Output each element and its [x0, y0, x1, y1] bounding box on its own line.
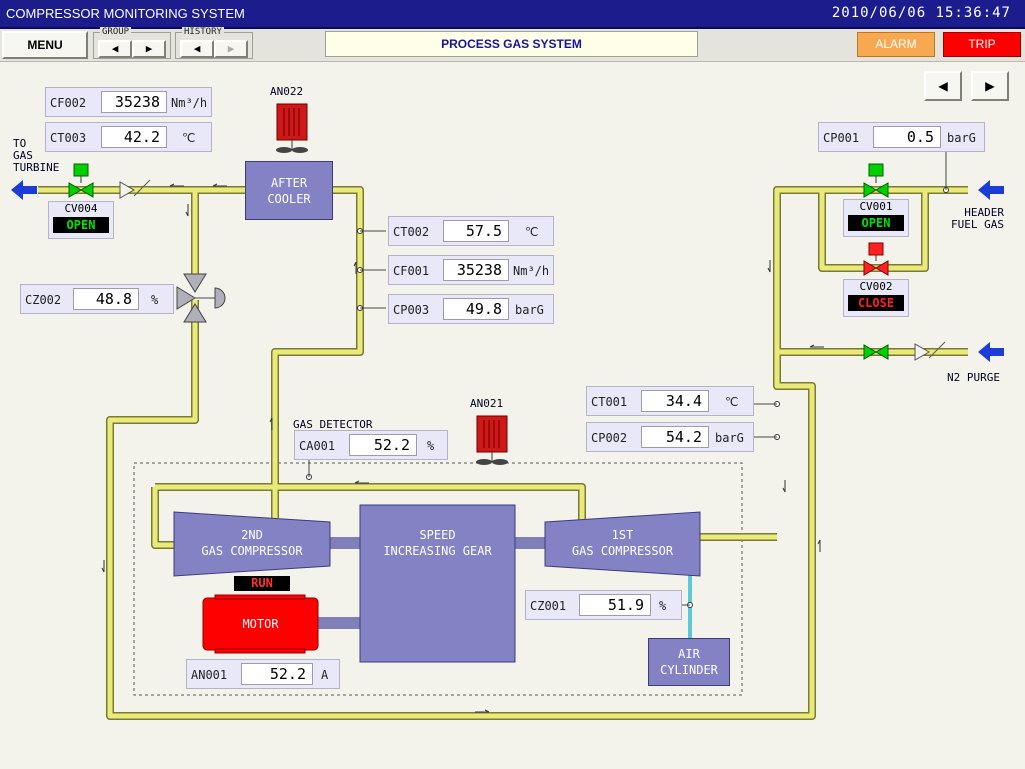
cz002-value: 48.8 [73, 288, 139, 310]
valve-cv001-state: OPEN [848, 215, 904, 231]
ct002-value: 57.5 [443, 220, 509, 242]
an001-unit: A [321, 668, 329, 682]
gear-label-1: SPEED [419, 528, 456, 542]
instrument-cp001[interactable]: CP001 0.5 barG [818, 122, 985, 152]
ct001-value: 34.4 [641, 390, 709, 412]
ct003-value: 42.2 [101, 126, 167, 148]
2nd-compressor-label-1: 2ND [241, 528, 263, 542]
cf001-value: 35238 [443, 259, 509, 281]
instrument-cz002[interactable]: CZ002 48.8 % [20, 284, 174, 314]
ct002-tag: CT002 [393, 225, 430, 239]
air-cylinder[interactable]: AIR CYLINDER [648, 638, 730, 686]
after-cooler-label-1: AFTER [270, 176, 308, 190]
air-cylinder-label-2: CYLINDER [660, 663, 718, 677]
fan-icon[interactable] [276, 103, 308, 153]
instrument-cz001[interactable]: CZ001 51.9 % [525, 590, 682, 620]
instrument-ct002[interactable]: CT002 57.5 ℃ [388, 216, 554, 246]
cf002-value: 35238 [101, 91, 167, 113]
instrument-ct003[interactable]: CT003 42.2 ℃ [45, 122, 212, 152]
valve-cv004-state: OPEN [53, 217, 109, 233]
ct003-unit: ℃ [182, 131, 196, 145]
cp003-unit: barG [515, 303, 544, 317]
instrument-ct001[interactable]: CT001 34.4 ℃ [586, 386, 754, 416]
motor-label: MOTOR [242, 617, 279, 631]
ct001-unit: ℃ [725, 395, 739, 409]
ca001-tag: CA001 [299, 439, 336, 453]
ca001-value: 52.2 [349, 434, 417, 456]
instrument-cp002[interactable]: CP002 54.2 barG [586, 422, 754, 452]
fan-an021-tag: AN021 [470, 397, 504, 410]
n2-purge-label: N2 PURGE [947, 371, 1000, 384]
instrument-ca001[interactable]: CA001 52.2 % [294, 430, 448, 460]
valve-cv002-state: CLOSE [848, 295, 904, 311]
cz002-unit: % [151, 293, 159, 307]
cf001-tag: CF001 [393, 264, 430, 278]
instrument-cf001[interactable]: CF001 35238 Nm³/h [388, 255, 554, 285]
2nd-gas-compressor-label: 2ND GAS COMPRESSOR [174, 527, 330, 559]
gear-label-2: INCREASING GEAR [383, 544, 492, 558]
motor-status-text: RUN [251, 576, 273, 590]
cp002-unit: barG [715, 431, 744, 445]
cz001-value: 51.9 [579, 594, 651, 616]
2nd-compressor-label-2: GAS COMPRESSOR [201, 544, 303, 558]
an001-value: 52.2 [241, 663, 313, 685]
ct001-tag: CT001 [591, 395, 628, 409]
header-fuel-gas-line-2: FUEL GAS [951, 218, 1004, 231]
valve-cv004-tag: CV004 [64, 202, 98, 215]
motor-status-run: RUN [234, 576, 290, 591]
1st-gas-compressor-label: 1ST GAS COMPRESSOR [545, 527, 700, 559]
valve-cv001-status[interactable]: CV001 OPEN [843, 199, 909, 237]
valve-cz002-symbol[interactable] [176, 273, 226, 323]
valve-cv002-tag: CV002 [859, 280, 893, 293]
valve-cv001-tag: CV001 [859, 200, 893, 213]
cp003-tag: CP003 [393, 303, 430, 317]
cz001-tag: CZ001 [530, 599, 567, 613]
instrument-cp003[interactable]: CP003 49.8 barG [388, 294, 554, 324]
air-cylinder-label-1: AIR [678, 647, 700, 661]
cz001-unit: % [659, 599, 667, 613]
valve-cv002-status[interactable]: CV002 CLOSE [843, 279, 909, 317]
valve-cv004-status[interactable]: CV004 OPEN [48, 201, 114, 239]
cp003-value: 49.8 [443, 298, 509, 320]
instrument-an001[interactable]: AN001 52.2 A [186, 659, 340, 689]
instrument-cf002[interactable]: CF002 35238 Nm³/h [45, 87, 212, 117]
ca001-unit: % [427, 439, 435, 453]
valve-n2-purge-symbol[interactable] [863, 344, 889, 360]
cp001-unit: barG [947, 131, 976, 145]
an001-tag: AN001 [191, 668, 228, 682]
1st-compressor-label-1: 1ST [611, 528, 634, 542]
cp002-tag: CP002 [591, 431, 628, 445]
cf002-unit: Nm³/h [171, 96, 208, 110]
ct003-tag: CT003 [50, 131, 87, 145]
after-cooler[interactable]: AFTER COOLER [245, 161, 333, 220]
to-gas-turbine-line-3: TURBINE [13, 161, 60, 174]
cf002-tag: CF002 [50, 96, 87, 110]
header-fuel-gas-label: HEADER FUEL GAS [944, 207, 1004, 231]
fan-an022-tag: AN022 [270, 85, 304, 98]
1st-compressor-label-2: GAS COMPRESSOR [571, 544, 674, 558]
cz002-tag: CZ002 [25, 293, 62, 307]
after-cooler-label-2: COOLER [267, 192, 311, 206]
cp001-tag: CP001 [823, 131, 860, 145]
cp001-value: 0.5 [873, 126, 941, 148]
ct002-unit: ℃ [525, 225, 539, 239]
cf001-unit: Nm³/h [513, 264, 550, 278]
cp002-value: 54.2 [641, 426, 709, 448]
gear-label: SPEED INCREASING GEAR [360, 527, 515, 559]
fan-icon[interactable] [476, 415, 508, 465]
